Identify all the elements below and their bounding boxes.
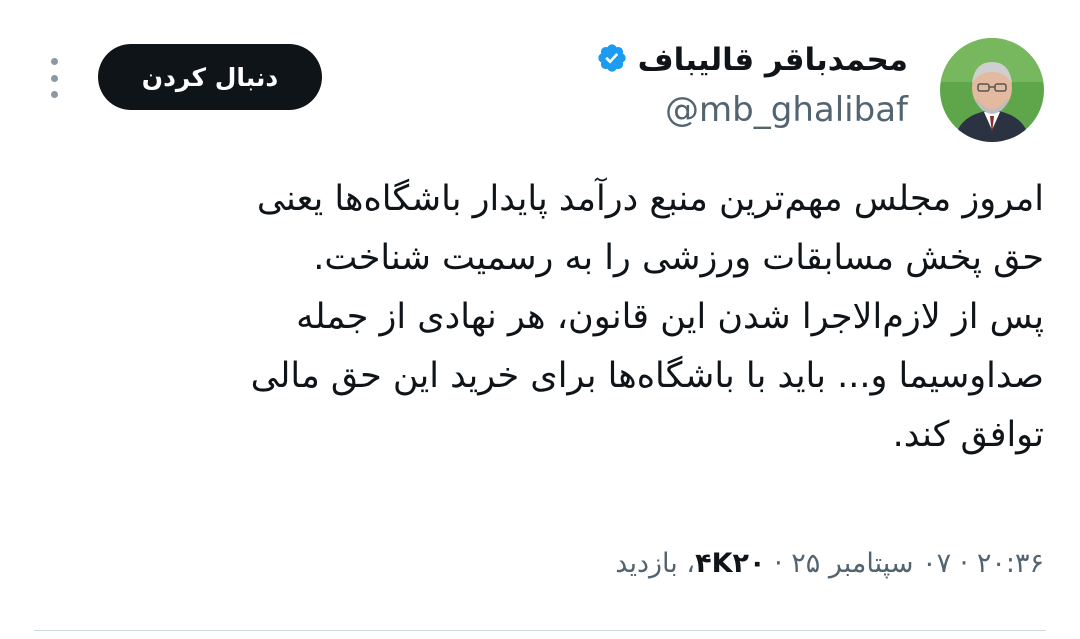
more-vertical-icon-dot xyxy=(50,74,58,82)
tweet-time[interactable]: ۲۰:۳۶ xyxy=(977,548,1044,579)
tweet-text-line: امروز مجلس مهم‌ترین منبع درآمد پایدار با… xyxy=(256,179,1044,219)
tweet-text-line: توافق کند. xyxy=(892,415,1044,455)
more-vertical-icon-dot xyxy=(50,91,58,98)
avatar[interactable] xyxy=(940,38,1044,142)
author-name-row: محمدباقر قالیباف xyxy=(596,42,908,78)
author-handle[interactable]: @mb_ghalibaf xyxy=(665,90,908,130)
verified-badge-icon xyxy=(596,42,628,78)
tweet-text: امروز مجلس مهم‌ترین منبع درآمد پایدار با… xyxy=(44,170,1044,465)
meta-separator: · xyxy=(774,548,783,579)
divider xyxy=(34,630,1046,631)
more-options-button[interactable] xyxy=(40,58,68,98)
author-display-name[interactable]: محمدباقر قالیباف xyxy=(638,42,908,78)
more-vertical-icon xyxy=(50,58,58,65)
meta-separator: · xyxy=(959,548,969,579)
views-count: ۴K۲۰ xyxy=(695,548,766,579)
tweet-metadata: ۲۰:۳۶ · ۰۷ سپتامبر ۲۵ · ۴K۲۰، بازدید xyxy=(615,548,1044,579)
tweet-text-line: حق پخش مسابقات ورزشی را به رسمیت شناخت. xyxy=(313,238,1044,278)
tweet-text-line: پس از لازم‌الاجرا شدن این قانون، هر نهاد… xyxy=(296,297,1044,337)
tweet-text-line: صداوسیما و... باید با باشگاه‌ها برای خری… xyxy=(250,356,1044,396)
views-label: ، بازدید xyxy=(615,548,696,579)
tweet-date[interactable]: ۰۷ سپتامبر ۲۵ xyxy=(791,548,951,579)
follow-button[interactable]: دنبال کردن xyxy=(98,44,322,110)
